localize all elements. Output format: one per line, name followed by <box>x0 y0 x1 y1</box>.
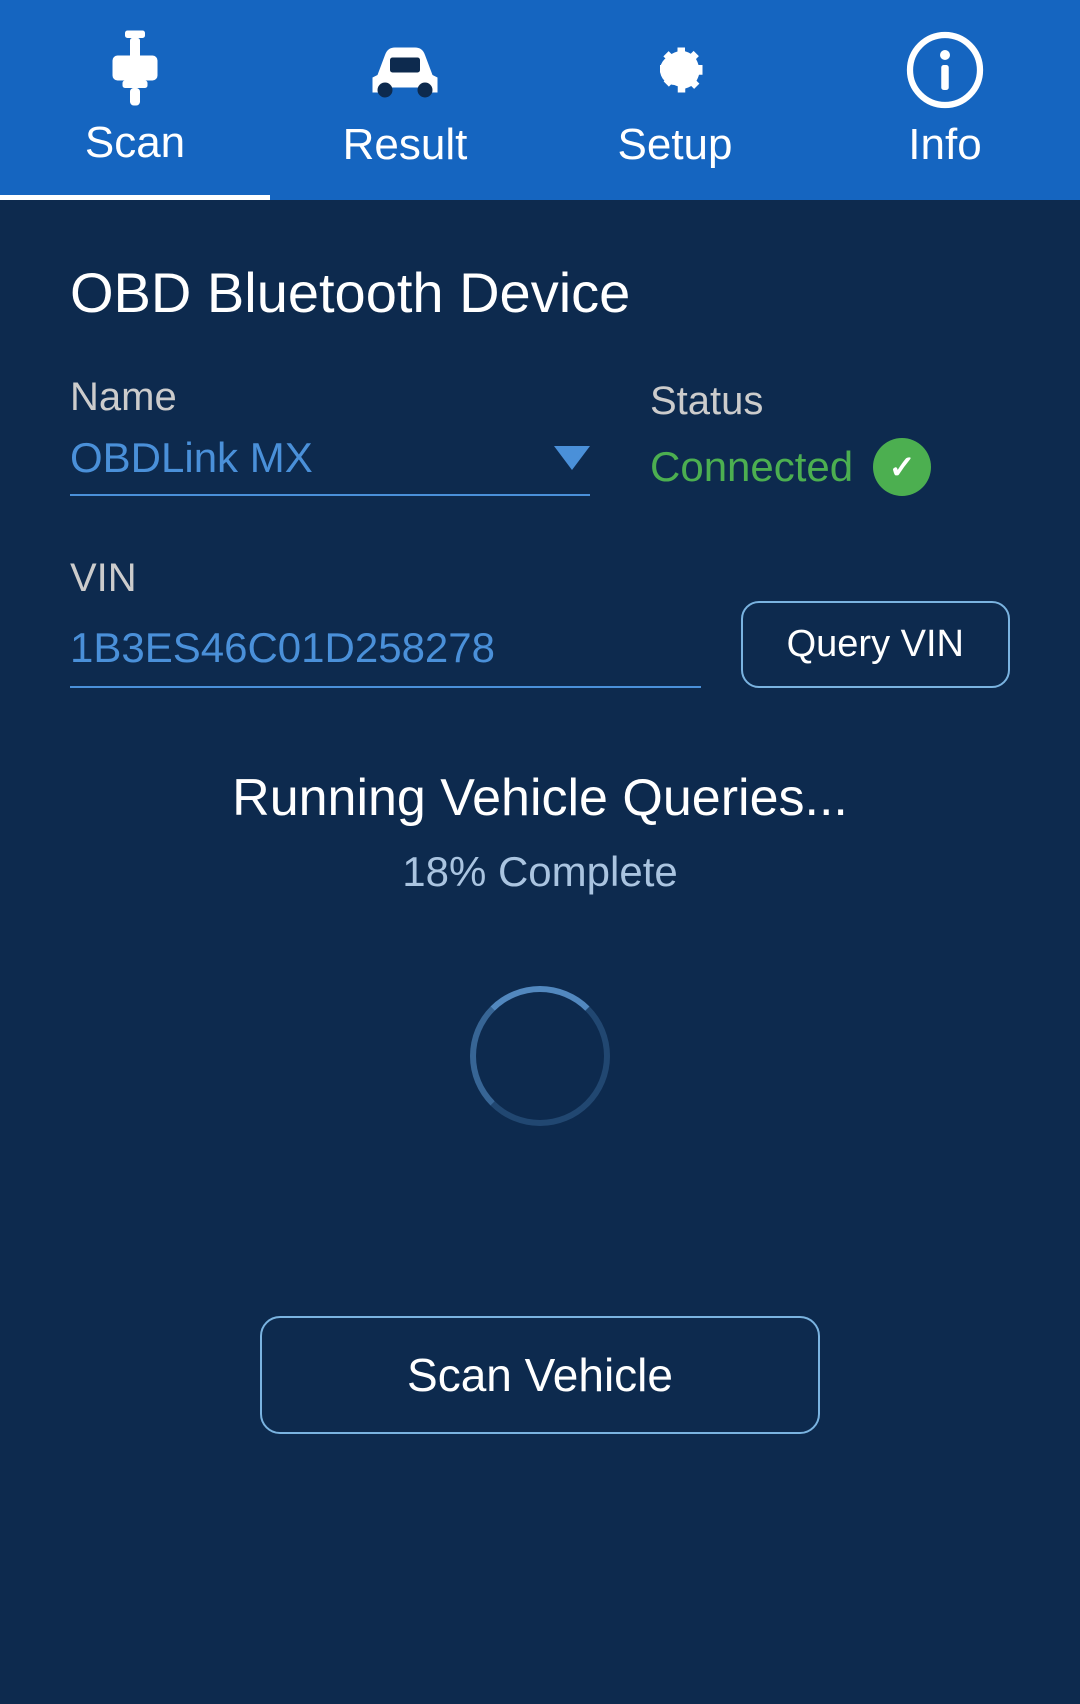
vin-row: 1B3ES46C01D258278 Query VIN <box>70 601 1010 688</box>
vin-section: VIN 1B3ES46C01D258278 Query VIN <box>70 556 1010 688</box>
car-icon <box>365 30 445 110</box>
status-label: Status <box>650 379 931 424</box>
gear-icon <box>635 30 715 110</box>
chevron-down-icon <box>554 446 590 470</box>
name-field-group: Name OBDLink MX <box>70 375 590 496</box>
nav-item-result[interactable]: Result <box>270 0 540 200</box>
scan-vehicle-button[interactable]: Scan Vehicle <box>260 1316 820 1434</box>
top-navigation: Scan Result Setup Info <box>0 0 1080 200</box>
usb-icon <box>95 28 175 108</box>
section-title: OBD Bluetooth Device <box>70 260 1010 325</box>
status-row: Connected ✓ <box>650 438 931 496</box>
nav-item-scan[interactable]: Scan <box>0 0 270 200</box>
nav-label-setup: Setup <box>618 120 733 170</box>
loading-spinner <box>470 986 610 1126</box>
device-select[interactable]: OBDLink MX <box>70 434 590 496</box>
status-field-group: Status Connected ✓ <box>650 379 931 496</box>
vin-input-wrapper: 1B3ES46C01D258278 <box>70 624 701 688</box>
name-label: Name <box>70 375 590 420</box>
running-text: Running Vehicle Queries... <box>232 768 848 828</box>
status-check-circle: ✓ <box>873 438 931 496</box>
info-icon <box>905 30 985 110</box>
device-row: Name OBDLink MX Status Connected ✓ <box>70 375 1010 496</box>
progress-section: Running Vehicle Queries... 18% Complete <box>70 768 1010 1236</box>
main-content: OBD Bluetooth Device Name OBDLink MX Sta… <box>0 200 1080 1704</box>
vin-label: VIN <box>70 556 137 600</box>
nav-item-info[interactable]: Info <box>810 0 1080 200</box>
spinner-wrapper <box>460 976 620 1136</box>
nav-label-result: Result <box>343 120 468 170</box>
nav-item-setup[interactable]: Setup <box>540 0 810 200</box>
status-text: Connected <box>650 443 853 491</box>
device-name-value: OBDLink MX <box>70 434 538 482</box>
nav-label-scan: Scan <box>85 118 185 168</box>
nav-label-info: Info <box>908 120 981 170</box>
percent-complete-text: 18% Complete <box>402 848 677 896</box>
vin-value: 1B3ES46C01D258278 <box>70 624 495 671</box>
checkmark-icon: ✓ <box>889 451 916 483</box>
query-vin-button[interactable]: Query VIN <box>741 601 1010 688</box>
